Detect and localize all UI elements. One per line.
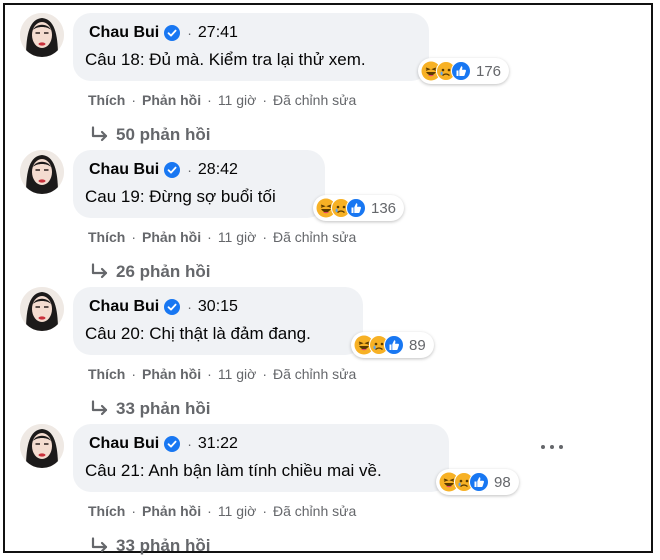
comment-bubble: Chau Bui · 28:42 Cau 19: Đừng sợ buổi tố… <box>73 150 325 218</box>
like-button[interactable]: Thích <box>88 503 125 519</box>
comment-bubble: Chau Bui · 30:15 Câu 20: Chị thật là đảm… <box>73 287 363 355</box>
separator-dot: · <box>131 503 137 519</box>
comment-text: Câu 18: Đủ mà. Kiểm tra lại thử xem. <box>85 50 366 69</box>
replies-count: 33 phản hồi <box>116 399 211 418</box>
comment-time[interactable]: 11 giờ <box>218 229 257 245</box>
separator-dot: · <box>131 92 137 108</box>
reaction-summary[interactable]: 176 <box>418 58 510 84</box>
comment-actions: Thích · Phản hồi · 11 giờ · Đã chỉnh sửa <box>88 92 356 108</box>
separator-dot: · <box>207 229 212 245</box>
verified-badge-icon <box>164 162 181 178</box>
comment-actions: Thích · Phản hồi · 11 giờ · Đã chỉnh sửa <box>88 229 356 245</box>
separator-dot: · <box>187 162 192 178</box>
separator-dot: · <box>207 366 212 382</box>
like-reaction-icon <box>451 61 471 81</box>
reaction-count: 89 <box>409 336 426 354</box>
separator-dot: · <box>131 229 137 245</box>
reply-button[interactable]: Phản hồi <box>142 229 201 245</box>
separator-dot: · <box>187 25 192 41</box>
comment-stamp: 30:15 <box>197 298 238 315</box>
comment-actions: Thích · Phản hồi · 11 giờ · Đã chỉnh sửa <box>88 366 356 382</box>
reaction-summary[interactable]: 98 <box>436 469 519 495</box>
reaction-summary[interactable]: 89 <box>351 332 434 358</box>
verified-badge-icon <box>164 25 181 41</box>
replies-count: 33 phản hồi <box>116 536 211 555</box>
separator-dot: · <box>262 229 267 245</box>
separator-dot: · <box>262 366 267 382</box>
comment-bubble: Chau Bui · 31:22 Câu 21: Anh bận làm tín… <box>73 424 449 492</box>
comment-text: Câu 20: Chị thật là đảm đang. <box>85 324 311 343</box>
separator-dot: · <box>187 299 192 315</box>
comment-time[interactable]: 11 giờ <box>218 503 257 519</box>
avatar[interactable] <box>20 424 64 468</box>
verified-badge-icon <box>164 299 181 315</box>
more-options-icon[interactable] <box>541 440 563 454</box>
reaction-count: 98 <box>494 473 511 491</box>
like-button[interactable]: Thích <box>88 92 125 108</box>
comment-stamp: 28:42 <box>197 161 238 178</box>
separator-dot: · <box>262 503 267 519</box>
like-reaction-icon <box>384 335 404 355</box>
verified-badge-icon <box>164 436 181 452</box>
reply-button[interactable]: Phản hồi <box>142 503 201 519</box>
reply-arrow-icon <box>91 537 108 553</box>
reply-arrow-icon <box>91 126 108 142</box>
reply-arrow-icon <box>91 263 108 279</box>
replies-count: 26 phản hồi <box>116 262 211 281</box>
author-name[interactable]: Chau Bui <box>89 24 159 42</box>
edited-label[interactable]: Đã chỉnh sửa <box>273 229 356 245</box>
like-reaction-icon <box>346 198 366 218</box>
reply-button[interactable]: Phản hồi <box>142 366 201 382</box>
reaction-summary[interactable]: 136 <box>313 195 405 221</box>
like-button[interactable]: Thích <box>88 229 125 245</box>
view-replies-link[interactable]: 33 phản hồi <box>90 536 210 556</box>
edited-label[interactable]: Đã chỉnh sửa <box>273 92 356 108</box>
author-name[interactable]: Chau Bui <box>89 161 159 179</box>
comment-text: Câu 21: Anh bận làm tính chiều mai về. <box>85 461 382 480</box>
separator-dot: · <box>207 92 212 108</box>
edited-label[interactable]: Đã chỉnh sửa <box>273 366 356 382</box>
comment-stamp: 27:41 <box>197 24 238 41</box>
separator-dot: · <box>207 503 212 519</box>
replies-count: 50 phản hồi <box>116 125 211 144</box>
author-name[interactable]: Chau Bui <box>89 298 159 316</box>
separator-dot: · <box>187 436 192 452</box>
view-replies-link[interactable]: 50 phản hồi <box>90 125 210 145</box>
view-replies-link[interactable]: 33 phản hồi <box>90 399 210 419</box>
reply-arrow-icon <box>91 400 108 416</box>
avatar[interactable] <box>20 13 64 57</box>
reaction-count: 136 <box>371 199 397 217</box>
reply-button[interactable]: Phản hồi <box>142 92 201 108</box>
comment-time[interactable]: 11 giờ <box>218 92 257 108</box>
comment-bubble: Chau Bui · 27:41 Câu 18: Đủ mà. Kiểm tra… <box>73 13 429 81</box>
like-button[interactable]: Thích <box>88 366 125 382</box>
comment-time[interactable]: 11 giờ <box>218 366 257 382</box>
separator-dot: · <box>131 366 137 382</box>
author-name[interactable]: Chau Bui <box>89 435 159 453</box>
comment-text: Cau 19: Đừng sợ buổi tối <box>85 187 276 206</box>
separator-dot: · <box>262 92 267 108</box>
comment-stamp: 31:22 <box>197 435 238 452</box>
avatar[interactable] <box>20 287 64 331</box>
like-reaction-icon <box>469 472 489 492</box>
reaction-count: 176 <box>476 62 502 80</box>
avatar[interactable] <box>20 150 64 194</box>
edited-label[interactable]: Đã chỉnh sửa <box>273 503 356 519</box>
comment-actions: Thích · Phản hồi · 11 giờ · Đã chỉnh sửa <box>88 503 356 519</box>
view-replies-link[interactable]: 26 phản hồi <box>90 262 210 282</box>
